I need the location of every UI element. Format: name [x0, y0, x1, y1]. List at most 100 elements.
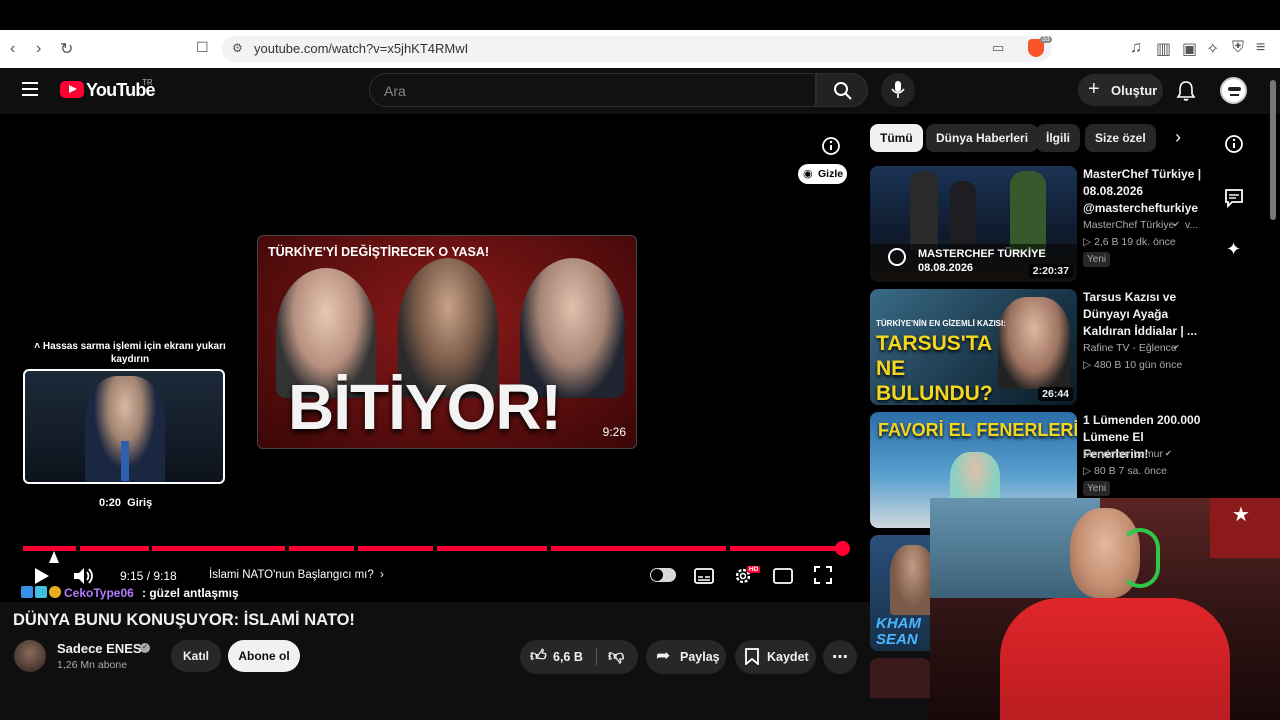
scrub-hint: ˄ Hassas sarma işlemi için ekranı yukarı… [34, 341, 226, 365]
recommendation-title[interactable]: MasterChef Türkiye | 08.08.2026 @masterc… [1083, 166, 1203, 217]
back-icon[interactable]: ‹ [10, 40, 15, 58]
recommendation-thumbnail[interactable]: MASTERCHEF TÜRKİYE 08.08.2026 2:20:37 [870, 166, 1077, 282]
chips-next-icon[interactable]: › [1175, 127, 1181, 148]
voice-search-button[interactable] [881, 73, 915, 107]
recommendation-channel[interactable]: Rafine TV - Eğlence [1083, 342, 1177, 354]
mouse-cursor-icon [49, 551, 59, 563]
bookmark-icon[interactable]: ☐ [196, 39, 209, 56]
theater-mode-icon[interactable] [773, 568, 793, 584]
cast-icon[interactable]: ▭ [992, 40, 1004, 56]
chip-related[interactable]: İlgili [1036, 124, 1080, 152]
channel-name[interactable]: Sadece ENES [57, 641, 142, 656]
url-text: youtube.com/watch?v=x5jhKT4RMwI [254, 41, 469, 56]
streamer-webcam-overlay: ★ [930, 498, 1280, 720]
chevron-right-icon: › [379, 569, 384, 581]
like-button[interactable]: 👍︎ 6,6 B [520, 640, 594, 674]
fighter-figure [890, 545, 935, 615]
chip-for-you[interactable]: Size özel [1085, 124, 1156, 152]
chapter-segment [730, 546, 843, 551]
subscribe-button[interactable]: Abone ol [228, 640, 300, 672]
endcard-duration: 9:26 [602, 425, 626, 439]
info-icon[interactable] [821, 136, 841, 156]
hamburger-icon[interactable] [22, 82, 38, 96]
youtube-logo-icon[interactable] [60, 81, 84, 98]
recommendation-meta: ▷ 80 B 7 sa. önce [1083, 465, 1167, 477]
site-info-icon[interactable]: ⚙ [232, 41, 243, 55]
recommendation-channel[interactable]: Mendebur Lemur [1083, 448, 1163, 460]
masterchef-logo-icon [888, 248, 906, 266]
vpn-icon[interactable]: ⛨ [1232, 39, 1244, 57]
share-label: Paylaş [680, 650, 720, 664]
create-button[interactable]: + Oluştur [1078, 74, 1163, 106]
search-input[interactable]: Ara [369, 73, 816, 107]
music-icon[interactable]: ♫ [1130, 39, 1142, 57]
chip-world-news[interactable]: Dünya Haberleri [926, 124, 1039, 152]
avatar[interactable] [1220, 77, 1247, 104]
progress-scrubber-handle[interactable] [835, 541, 850, 556]
microphone-icon [891, 81, 905, 98]
shield-count: 33 [1040, 36, 1052, 43]
flag-background: ★ [1210, 498, 1280, 558]
address-bar[interactable]: ⚙ youtube.com/watch?v=x5jhKT4RMwI ▭ 33 [222, 36, 1052, 62]
more-actions-button[interactable]: ⋯ [823, 640, 857, 674]
recommendation-channel[interactable]: MasterChef Türkiye [1083, 219, 1174, 231]
recommendation-item[interactable]: TÜRKİYE'NİN EN GİZEMLİ KAZISI: TARSUS'TA… [870, 289, 1270, 405]
more-horizontal-icon: ⋯ [832, 649, 848, 666]
duration-badge: 2:20:37 [1028, 264, 1073, 278]
new-badge: Yeni [1083, 252, 1111, 267]
share-button[interactable]: ➦ Paylaş [646, 640, 726, 674]
verified-icon: ✔ [1165, 449, 1172, 458]
preview-time-label: 0:20 Giriş [99, 497, 153, 509]
sidebar-icon[interactable]: ▥ [1156, 39, 1171, 59]
scrub-preview-frame [23, 369, 225, 484]
like-dislike-group: 👍︎ 6,6 B 👎︎ [520, 640, 638, 674]
thumbnail-text: TARSUS'TA NE BULUNDU? [876, 332, 993, 405]
endscreen-video-card[interactable]: TÜRKİYE'Yİ DEĞİŞTİRECEK O YASA! BİTİYOR!… [257, 235, 637, 449]
share-arrow-icon: ➦ [656, 646, 671, 665]
dislike-button[interactable]: 👎︎ [598, 640, 638, 674]
notifications-bell-icon[interactable] [1176, 80, 1196, 102]
play-small-icon: ▷ [1083, 465, 1094, 477]
info-side-icon[interactable] [1224, 134, 1244, 154]
chapter-segment [289, 546, 354, 551]
verified-icon: ✔ [1173, 220, 1180, 229]
join-button[interactable]: Katıl [171, 640, 221, 672]
autoplay-toggle[interactable] [650, 568, 676, 582]
streamer-red-shirt [1000, 598, 1230, 720]
volume-icon[interactable] [73, 567, 95, 585]
endcard-headline: TÜRKİYE'Yİ DEĞİŞTİRECEK O YASA! [268, 245, 490, 259]
chapter-segment [551, 546, 726, 551]
save-button[interactable]: Kaydet [735, 640, 816, 674]
recommendation-thumbnail[interactable]: TÜRKİYE'NİN EN GİZEMLİ KAZISI: TARSUS'TA… [870, 289, 1077, 405]
thumbnail-text: FAVORİ EL FENERLERİM [878, 420, 1077, 440]
hide-endcards-button[interactable]: ◉ Gizle [798, 164, 847, 184]
menu-icon[interactable]: ≡ [1256, 39, 1265, 57]
progress-bar[interactable] [23, 541, 850, 556]
chef-figure [1010, 171, 1046, 253]
chip-all[interactable]: Tümü [870, 124, 923, 152]
video-title: DÜNYA BUNU KONUŞUYOR: İSLAMİ NATO! [13, 611, 355, 629]
play-icon[interactable] [32, 567, 50, 585]
forward-icon[interactable]: › [36, 40, 41, 58]
new-badge: Yeni [1083, 481, 1111, 496]
recommendation-meta: ▷ 480 B 10 gün önce [1083, 359, 1183, 371]
thumbs-up-icon: 👍︎ [530, 648, 547, 665]
chapter-segment [358, 546, 433, 551]
fullscreen-icon[interactable] [814, 566, 832, 584]
reload-icon[interactable]: ↻ [60, 39, 73, 59]
chapter-title-button[interactable]: İslami NATO'nun Başlangıcı mı? › [209, 569, 384, 581]
page-scrollbar[interactable] [1270, 80, 1276, 220]
recommendation-thumbnail[interactable] [870, 658, 930, 698]
leo-ai-icon[interactable]: ✧ [1206, 39, 1219, 59]
eye-off-icon: ◉ [803, 168, 813, 180]
badge-icon [49, 586, 61, 598]
channel-avatar[interactable] [14, 640, 46, 672]
wallet-icon[interactable]: ▣ [1182, 39, 1197, 59]
subtitles-icon[interactable] [694, 568, 714, 584]
recommendation-title[interactable]: Tarsus Kazısı ve Dünyayı Ayağa Kaldıran … [1083, 289, 1203, 340]
thumbnail-text: TÜRKİYE'NİN EN GİZEMLİ KAZISI: [876, 319, 1006, 328]
hide-label: Gizle [818, 168, 844, 180]
search-button[interactable] [816, 73, 868, 107]
plus-icon: + [1088, 78, 1100, 100]
recommendation-item[interactable]: MASTERCHEF TÜRKİYE 08.08.2026 2:20:37 Ma… [870, 166, 1270, 282]
